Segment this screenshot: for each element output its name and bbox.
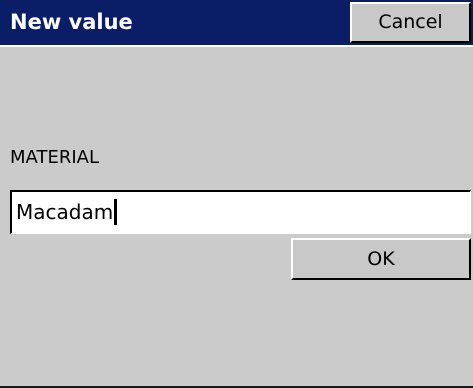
value-input[interactable]: Macadam [10, 190, 471, 234]
title-bar: New value Cancel [0, 0, 473, 47]
value-input-text: Macadam [16, 200, 114, 224]
dialog-title: New value [10, 10, 133, 34]
ok-button[interactable]: OK [291, 238, 471, 280]
text-cursor [114, 199, 118, 225]
new-value-dialog: New value Cancel MATERIAL Macadam OK [0, 0, 473, 388]
cancel-button[interactable]: Cancel [350, 2, 471, 43]
field-label: MATERIAL [10, 147, 99, 168]
